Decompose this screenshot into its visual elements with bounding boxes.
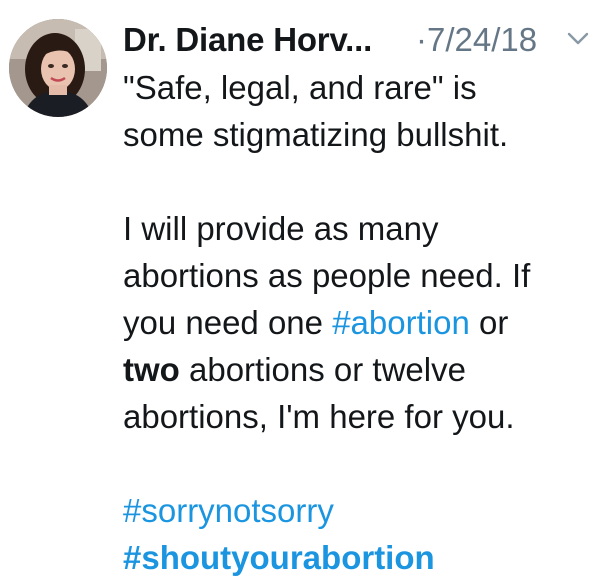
- tweet-text: "Safe, legal, and rare" is some stigmati…: [123, 64, 593, 581]
- hashtag-link[interactable]: #shoutyourabortion: [123, 534, 593, 581]
- tweet: Dr. Diane Horv... · 7/24/18 "Safe, legal…: [0, 0, 605, 581]
- text-segment: or: [469, 304, 509, 341]
- tweet-text-line: "Safe, legal, and rare" is: [123, 69, 477, 106]
- tweet-text-line: abortions, I'm here for you.: [123, 398, 515, 435]
- hashtag-link[interactable]: #sorrynotsorry: [123, 487, 593, 534]
- avatar-image: [9, 19, 107, 117]
- tweet-text-line: abortions as people need. If: [123, 257, 531, 294]
- text-segment: abortions or twelve: [179, 351, 466, 388]
- tweet-date[interactable]: 7/24/18: [427, 19, 537, 61]
- tweet-text-line: some stigmatizing bullshit.: [123, 116, 509, 153]
- text-segment: you need one: [123, 304, 333, 341]
- avatar[interactable]: [9, 19, 107, 117]
- tweet-text-line: you need one #abortion or: [123, 299, 593, 346]
- hashtag-link[interactable]: #abortion: [332, 304, 470, 341]
- separator-dot: ·: [416, 21, 427, 58]
- tweet-text-line: two abortions or twelve: [123, 346, 593, 393]
- author-name[interactable]: Dr. Diane Horv...: [123, 19, 372, 61]
- chevron-down-icon[interactable]: [567, 32, 589, 46]
- tweet-text-line: I will provide as many: [123, 210, 439, 247]
- bold-text: two: [123, 351, 180, 388]
- tweet-header: Dr. Diane Horv... · 7/24/18: [123, 18, 593, 64]
